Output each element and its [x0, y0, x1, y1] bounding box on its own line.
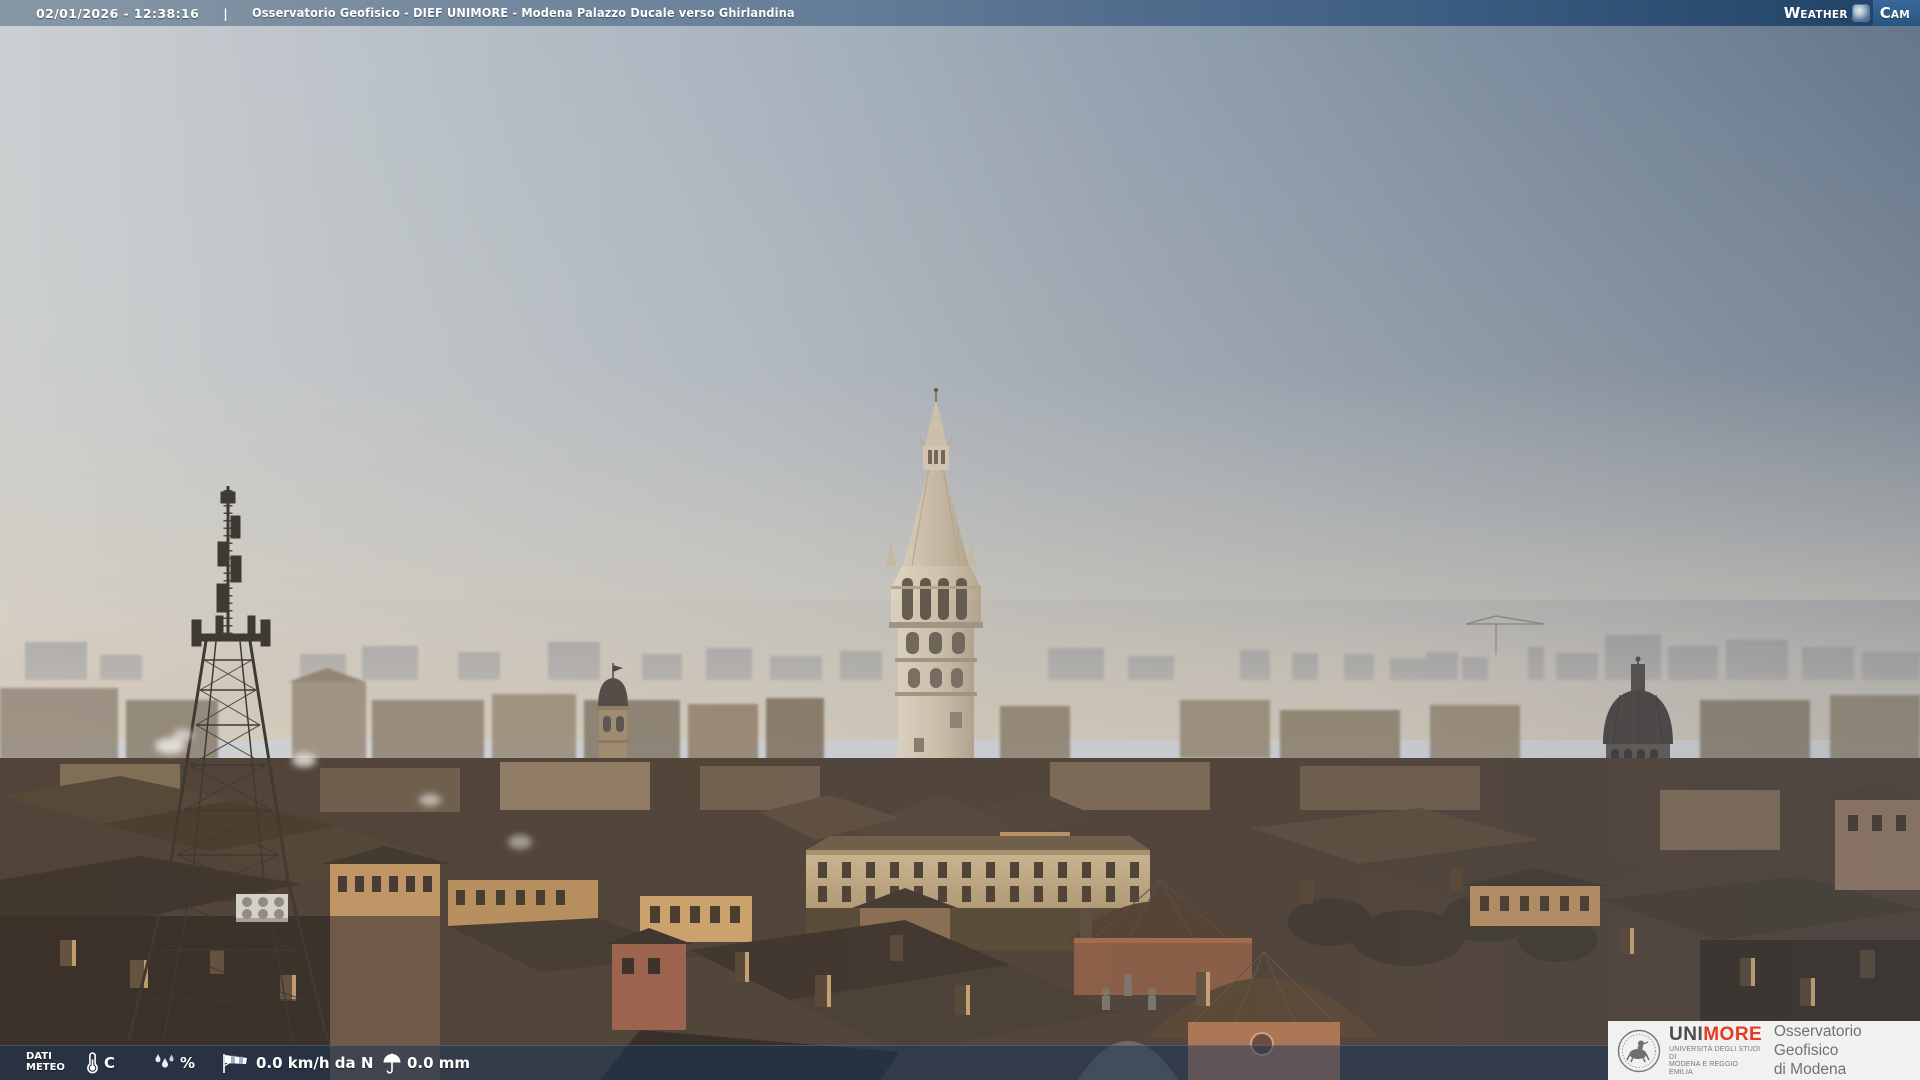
- weathercam-cam-badge: C AM: [1872, 0, 1920, 26]
- wind-value: 0.0 km/h da N: [256, 1054, 374, 1072]
- datetime-text: 02/01/2026 - 12:38:16: [36, 5, 200, 21]
- brand-more-text: MORE: [1703, 1024, 1763, 1045]
- rain-value: 0.0 mm: [407, 1054, 471, 1072]
- header-bar: 02/01/2026 - 12:38:16 | Osservatorio Geo…: [0, 0, 1920, 26]
- humidity-value: %: [180, 1054, 196, 1072]
- windsock-icon: [223, 1054, 247, 1073]
- humidity-drops-icon: [155, 1054, 174, 1068]
- brand-uni-text: UNI: [1669, 1024, 1704, 1045]
- observatory-name: Osservatorio Geofisico di Modena: [1773, 1023, 1862, 1078]
- umbrella-icon: [383, 1053, 401, 1074]
- camera-orb-icon: [1851, 4, 1870, 22]
- thermometer-icon: [87, 1052, 98, 1074]
- webcam-page: { "header": { "datetime": "02/01/2026 - …: [0, 0, 1920, 1080]
- weathercam-weather-text: W EATHER: [1783, 4, 1848, 22]
- stream-title: Osservatorio Geofisico - DIEF UNIMORE - …: [251, 6, 795, 20]
- unimore-seal-icon: [1617, 1029, 1661, 1072]
- temperature-value: C: [104, 1054, 116, 1072]
- unimore-logo[interactable]: UNIMORE UNIVERSITÀ DEGLI STUDI DI MODENA …: [1608, 1021, 1920, 1080]
- webcam-image: [0, 0, 1920, 1080]
- header-separator: |: [223, 5, 228, 21]
- unimore-wordmark: UNIMORE UNIVERSITÀ DEGLI STUDI DI MODENA …: [1669, 1025, 1763, 1076]
- university-name: UNIVERSITÀ DEGLI STUDI DI MODENA E REGGIO…: [1669, 1046, 1761, 1076]
- haze-overlay: [0, 0, 1920, 1080]
- weathercam-logo[interactable]: W EATHER C AM: [1784, 0, 1920, 26]
